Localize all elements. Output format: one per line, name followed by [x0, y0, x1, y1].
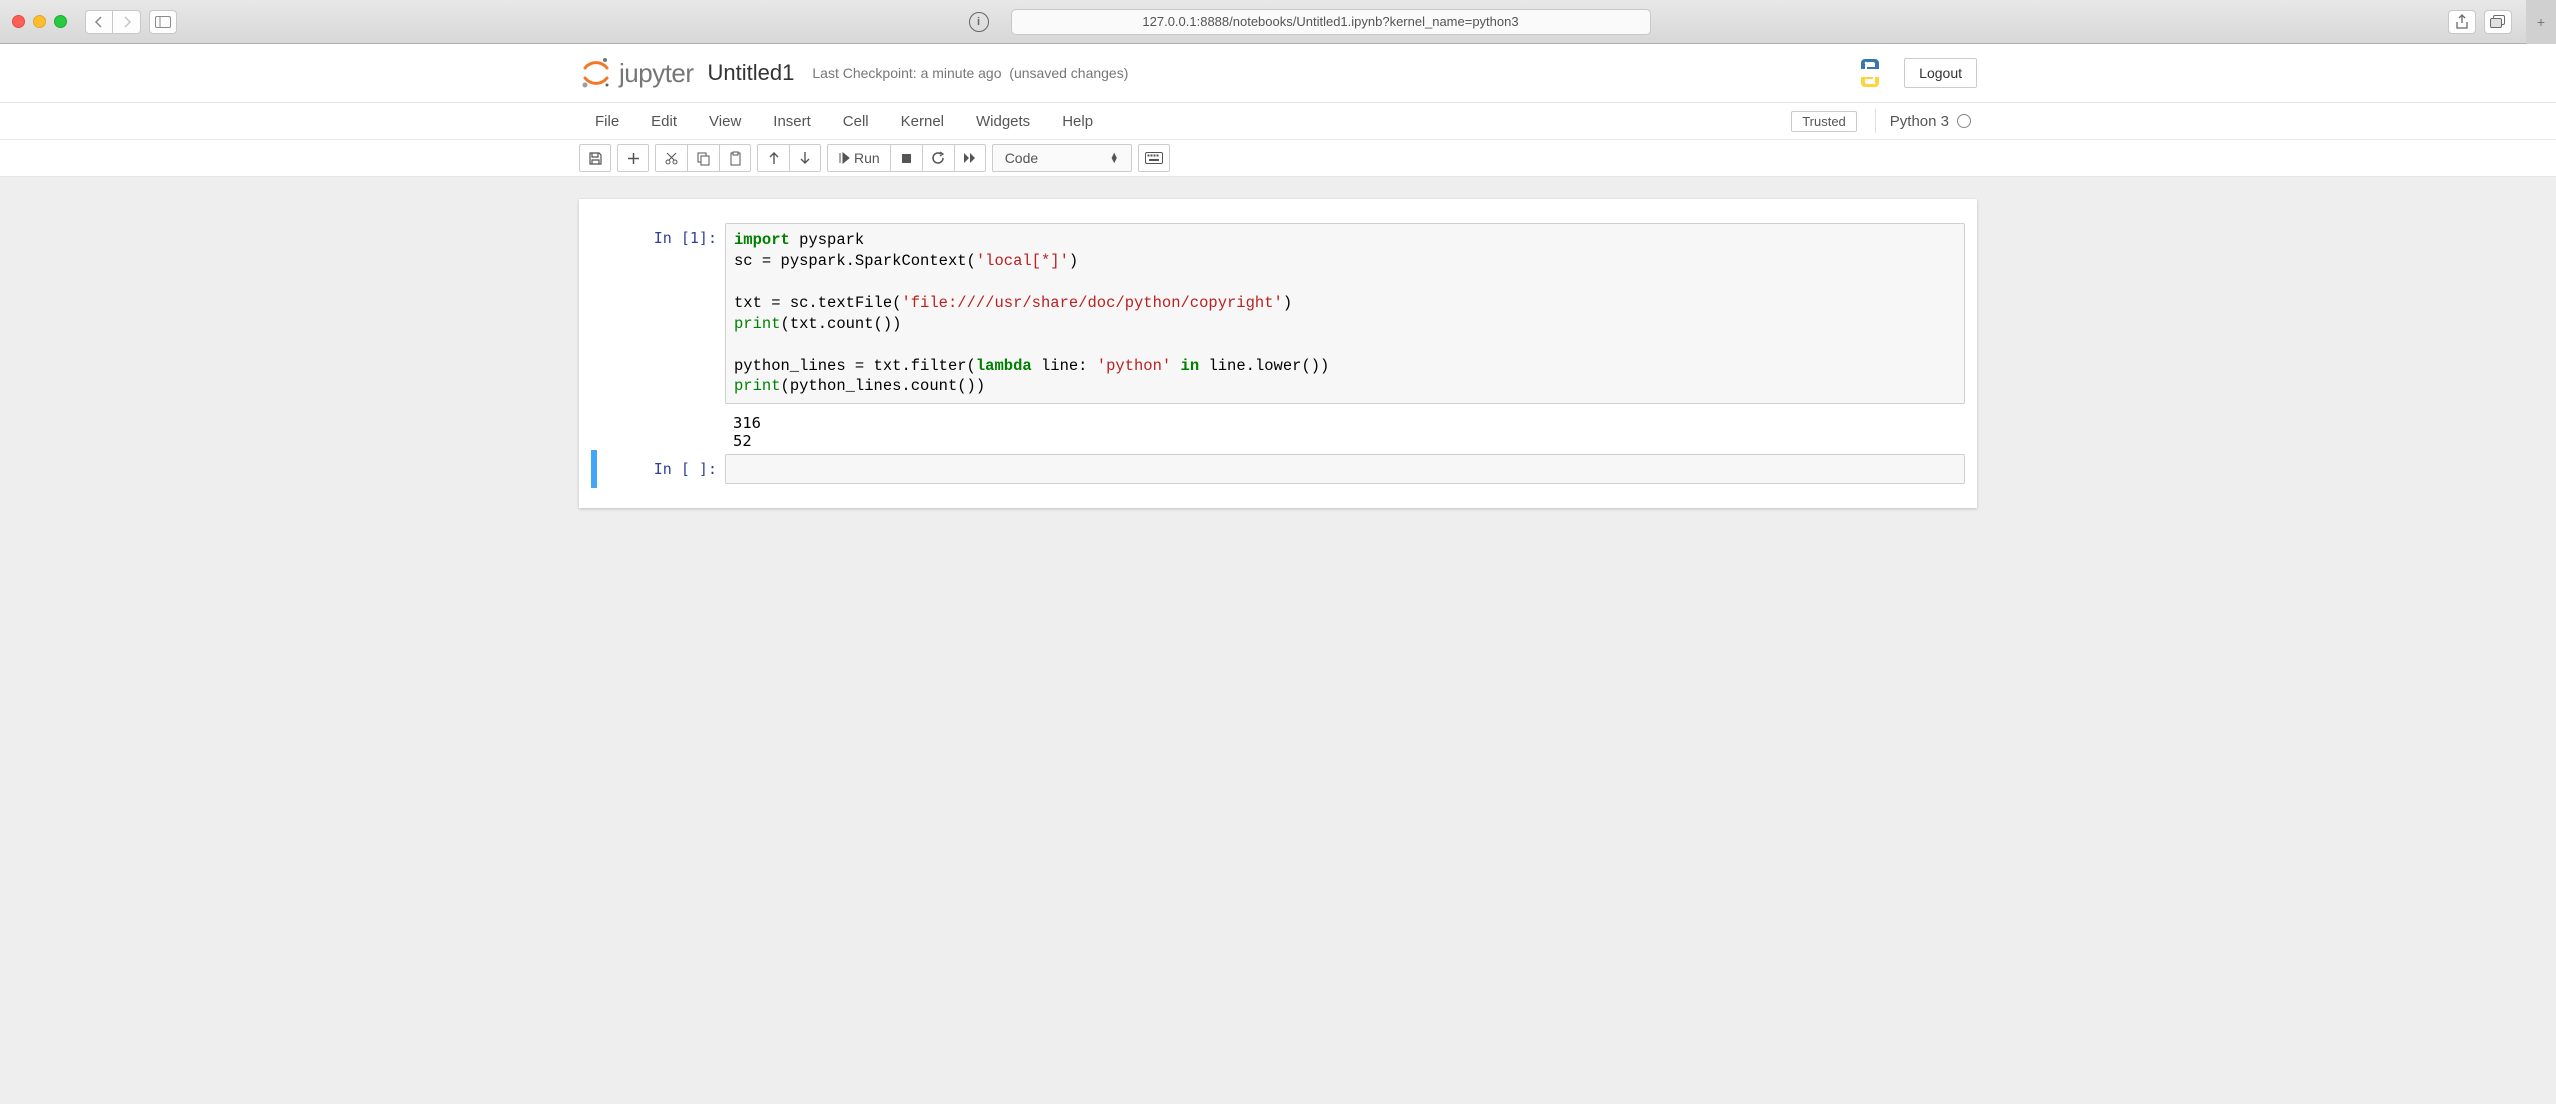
logout-button[interactable]: Logout [1904, 58, 1977, 88]
kernel-status-icon [1957, 114, 1971, 128]
maximize-window-button[interactable] [54, 15, 67, 28]
move-down-button[interactable] [789, 144, 821, 172]
copy-button[interactable] [687, 144, 719, 172]
run-button[interactable]: Run [827, 144, 890, 172]
prompt-label: In [ ]: [605, 454, 725, 484]
address-bar[interactable]: 127.0.0.1:8888/notebooks/Untitled1.ipynb… [1011, 9, 1651, 35]
minimize-window-button[interactable] [33, 15, 46, 28]
jupyter-logo[interactable]: jupyter [579, 56, 694, 90]
menu-cell[interactable]: Cell [827, 103, 885, 139]
menu-help[interactable]: Help [1046, 103, 1109, 139]
notebook-area[interactable]: In [1]:import pyspark sc = pyspark.Spark… [579, 199, 1977, 508]
paste-button[interactable] [719, 144, 751, 172]
cell-type-select[interactable]: Code ▲▼ [992, 144, 1132, 172]
code-input[interactable]: import pyspark sc = pyspark.SparkContext… [725, 223, 1965, 404]
command-palette-button[interactable] [1138, 144, 1170, 172]
menu-edit[interactable]: Edit [635, 103, 693, 139]
trusted-badge[interactable]: Trusted [1791, 111, 1857, 132]
sidebar-toggle-button[interactable] [149, 10, 177, 34]
jupyter-logo-icon [579, 56, 613, 90]
output-text: 316 52 [725, 408, 769, 450]
restart-run-all-button[interactable] [954, 144, 986, 172]
menu-file[interactable]: File [579, 103, 635, 139]
new-tab-button[interactable]: + [2526, 0, 2556, 44]
notebook-name[interactable]: Untitled1 [708, 60, 795, 86]
move-up-button[interactable] [757, 144, 789, 172]
nav-group [85, 10, 141, 34]
browser-chrome: i 127.0.0.1:8888/notebooks/Untitled1.ipy… [0, 0, 2556, 44]
cell-output: 316 52 [591, 408, 1965, 450]
checkpoint-status: Last Checkpoint: a minute ago (unsaved c… [812, 65, 1128, 81]
tabs-button[interactable] [2484, 10, 2512, 34]
menu-view[interactable]: View [693, 103, 757, 139]
site-info-icon[interactable]: i [969, 12, 989, 32]
forward-button[interactable] [113, 10, 141, 34]
share-button[interactable] [2448, 10, 2476, 34]
jupyter-logo-text: jupyter [619, 58, 694, 89]
url-text: 127.0.0.1:8888/notebooks/Untitled1.ipynb… [1142, 14, 1518, 29]
code-cell[interactable]: In [1]:import pyspark sc = pyspark.Spark… [591, 219, 1965, 408]
restart-button[interactable] [922, 144, 954, 172]
save-button[interactable] [579, 144, 611, 172]
code-input[interactable] [725, 454, 1965, 484]
python-logo-icon [1854, 57, 1886, 89]
close-window-button[interactable] [12, 15, 25, 28]
cut-button[interactable] [655, 144, 687, 172]
menu-widgets[interactable]: Widgets [960, 103, 1046, 139]
menu-insert[interactable]: Insert [757, 103, 827, 139]
back-button[interactable] [85, 10, 113, 34]
kernel-indicator[interactable]: Python 3 [1875, 109, 1971, 133]
menu-kernel[interactable]: Kernel [885, 103, 960, 139]
prompt-label: In [1]: [605, 223, 725, 404]
select-arrows-icon: ▲▼ [1110, 153, 1119, 163]
add-cell-button[interactable] [617, 144, 649, 172]
interrupt-button[interactable] [890, 144, 922, 172]
traffic-lights [12, 15, 67, 28]
code-cell[interactable]: In [ ]: [591, 450, 1965, 488]
